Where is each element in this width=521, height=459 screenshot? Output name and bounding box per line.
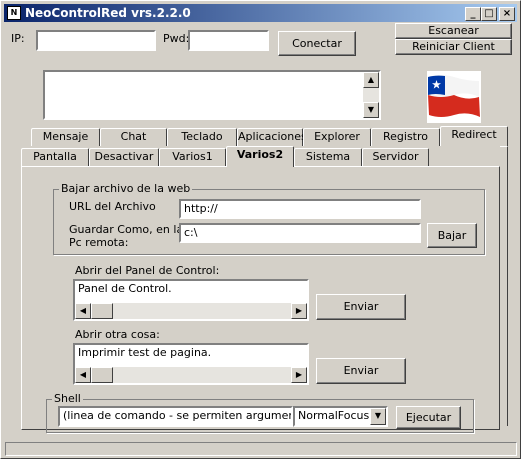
other-scroll-right-button[interactable]: ▶	[291, 367, 307, 383]
log-scroll-up-button[interactable]: ▲	[363, 72, 379, 88]
control-panel-scroll-left-button[interactable]: ◀	[75, 303, 91, 319]
save-as-input[interactable]: c:\	[179, 223, 421, 243]
focus-mode-dropdown-button[interactable]: ▼	[370, 408, 386, 425]
tab-sistema[interactable]: Sistema	[294, 148, 362, 166]
tab-teclado[interactable]: Teclado	[167, 128, 237, 146]
control-panel-label: Abrir del Panel de Control:	[75, 264, 220, 277]
maximize-button[interactable]: □	[481, 7, 497, 21]
tab-pantalla[interactable]: Pantalla	[21, 148, 89, 166]
chile-flag-image	[427, 71, 481, 123]
log-scroll-down-button[interactable]: ▼	[363, 102, 379, 118]
restart-client-button[interactable]: Reiniciar Client	[395, 39, 512, 55]
main-window: N NeoControlRed vrs.2.2.0 _ □ × IP: Pwd:…	[0, 0, 521, 459]
url-label: URL del Archivo	[69, 200, 156, 213]
tab-mensaje[interactable]: Mensaje	[31, 128, 100, 146]
tab-servidor[interactable]: Servidor	[362, 148, 429, 166]
other-send-button[interactable]: Enviar	[316, 358, 406, 384]
ip-label: IP:	[11, 32, 25, 45]
control-panel-send-button[interactable]: Enviar	[316, 294, 406, 320]
tab-aplicaciones[interactable]: Aplicaciones	[237, 128, 307, 146]
tab-varios2[interactable]: Varios2	[226, 146, 294, 167]
download-button[interactable]: Bajar	[427, 223, 477, 248]
save-as-label-line2: Pc remota:	[69, 236, 129, 249]
connect-button[interactable]: Conectar	[278, 31, 356, 56]
minimize-button[interactable]: _	[465, 7, 481, 21]
scan-button[interactable]: Escanear	[395, 23, 512, 39]
tab-panel-back-edge	[500, 146, 508, 426]
control-panel-scroll-right-button[interactable]: ▶	[291, 303, 307, 319]
execute-button[interactable]: Ejecutar	[396, 406, 461, 429]
pwd-input[interactable]	[188, 30, 269, 51]
other-scroll-left-button[interactable]: ◀	[75, 367, 91, 383]
close-button[interactable]: ×	[499, 7, 515, 21]
ip-input[interactable]	[36, 30, 156, 51]
title-bar[interactable]: N NeoControlRed vrs.2.2.0 _ □ ×	[4, 4, 517, 22]
download-group-title: Bajar archivo de la web	[59, 182, 193, 195]
app-icon[interactable]: N	[7, 6, 21, 20]
other-label: Abrir otra cosa:	[75, 328, 160, 341]
url-input[interactable]: http://	[179, 199, 421, 219]
tab-explorer[interactable]: Explorer	[303, 128, 371, 146]
status-bar	[5, 442, 517, 456]
pwd-label: Pwd:	[163, 32, 190, 45]
tab-desactivar[interactable]: Desactivar	[89, 148, 159, 166]
tab-redirect[interactable]: Redirect	[440, 126, 508, 146]
shell-command-input[interactable]: (linea de comando - se permiten argument…	[58, 406, 293, 427]
shell-group-title: Shell	[52, 392, 83, 405]
window-title: NeoControlRed vrs.2.2.0	[25, 6, 191, 20]
control-panel-scroll-thumb[interactable]	[91, 303, 113, 319]
log-textarea[interactable]	[43, 70, 381, 120]
chevron-down-icon: ▼	[374, 411, 382, 420]
other-scroll-thumb[interactable]	[91, 367, 113, 383]
tab-registro[interactable]: Registro	[371, 128, 440, 146]
save-as-label-line1: Guardar Como, en la	[69, 223, 184, 236]
tab-chat[interactable]: Chat	[100, 128, 167, 146]
tab-varios1[interactable]: Varios1	[159, 148, 226, 166]
